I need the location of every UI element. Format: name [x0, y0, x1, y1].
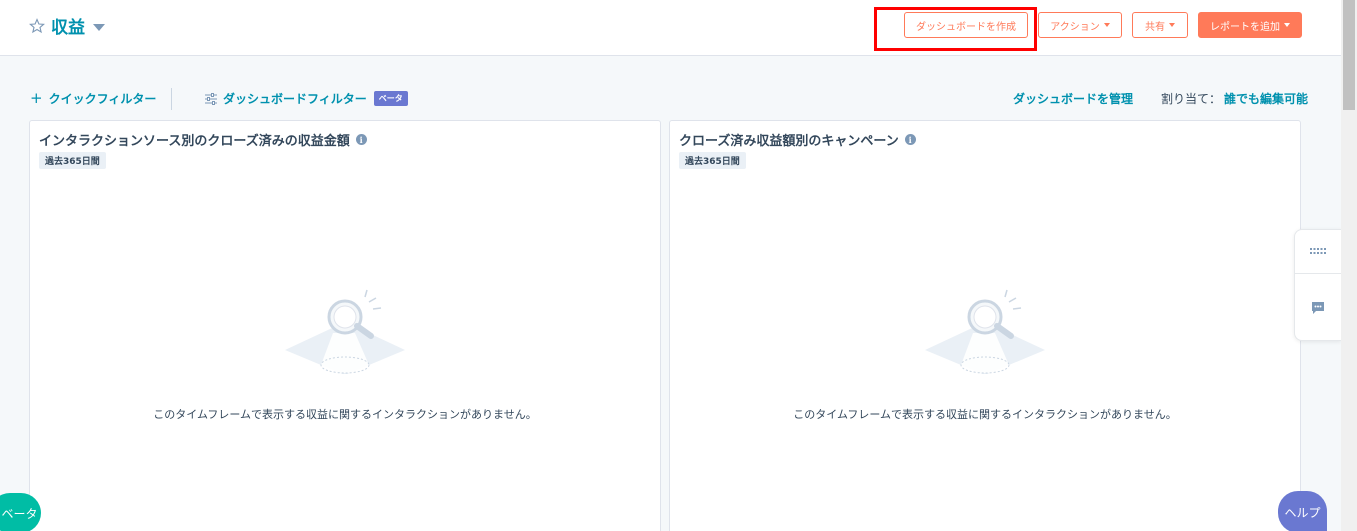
date-range-tag[interactable]: 過去365日間 — [39, 152, 106, 169]
share-label: 共有 — [1145, 21, 1165, 33]
date-range-tag[interactable]: 過去365日間 — [679, 152, 746, 169]
scrollbar[interactable] — [1341, 0, 1357, 531]
share-button[interactable]: 共有 — [1132, 12, 1188, 38]
help-button[interactable]: ヘルプ — [1278, 491, 1327, 531]
caret-down-icon — [1169, 23, 1175, 27]
card-title: クローズ済み収益額別のキャンペーン i — [679, 130, 916, 149]
caret-down-icon — [1284, 23, 1290, 27]
grid-icon[interactable] — [1310, 248, 1326, 256]
widget-divider — [1295, 273, 1342, 274]
floating-widget — [1294, 229, 1342, 341]
beta-feedback-button[interactable]: ベータ — [0, 493, 41, 531]
add-report-label: レポートを追加 — [1210, 21, 1280, 33]
card-title: インタラクションソース別のクローズ済みの収益金額 i — [39, 130, 367, 149]
magnifier-illustration — [925, 289, 1045, 374]
magnifier-illustration — [285, 289, 405, 374]
manage-dashboard-link[interactable]: ダッシュボードを管理 — [1013, 90, 1133, 107]
filter-bar: + クイックフィルター ダッシュボードフィルター ベータ ダッシュボードを管理 … — [0, 80, 1341, 116]
info-icon[interactable]: i — [355, 134, 367, 145]
plus-icon: + — [30, 89, 43, 107]
chevron-down-icon[interactable] — [93, 24, 105, 31]
actions-button[interactable]: アクション — [1038, 12, 1122, 38]
top-header: 収益 ダッシュボードを作成 アクション 共有 レポートを追加 — [0, 0, 1341, 56]
quick-filter-button[interactable]: + クイックフィルター — [30, 90, 156, 107]
assign-label: 割り当て： — [1161, 92, 1222, 106]
quick-filter-label: クイックフィルター — [48, 92, 157, 106]
page-title: 収益 — [51, 18, 85, 38]
title-area: 収益 — [29, 13, 105, 38]
empty-state-message: このタイムフレームで表示する収益に関するインタラクションがありません。 — [793, 408, 1177, 421]
report-card: インタラクションソース別のクローズ済みの収益金額 i 過去365日間 このタイム… — [29, 120, 661, 531]
sliders-icon — [205, 92, 217, 105]
assign-value-link[interactable]: 誰でも編集可能 — [1224, 90, 1308, 107]
beta-badge: ベータ — [373, 91, 408, 106]
scrollbar-thumb[interactable] — [1343, 0, 1355, 110]
card-title-text: クローズ済み収益額別のキャンペーン — [679, 134, 899, 149]
star-icon[interactable] — [29, 17, 45, 34]
add-report-button[interactable]: レポートを追加 — [1198, 12, 1302, 38]
actions-label: アクション — [1050, 21, 1100, 33]
info-icon[interactable]: i — [904, 134, 916, 145]
card-title-text: インタラクションソース別のクローズ済みの収益金額 — [39, 134, 350, 149]
empty-state-message: このタイムフレームで表示する収益に関するインタラクションがありません。 — [153, 408, 537, 421]
chat-icon[interactable] — [1311, 301, 1325, 315]
dashboard-filter-label: ダッシュボードフィルター — [223, 92, 367, 106]
filter-divider — [171, 88, 172, 110]
highlight-annotation — [874, 7, 1037, 51]
dashboard-filter-button[interactable]: ダッシュボードフィルター ベータ — [205, 90, 408, 107]
caret-down-icon — [1103, 23, 1110, 27]
report-card: クローズ済み収益額別のキャンペーン i 過去365日間 このタイムフレームで表示… — [669, 120, 1301, 531]
